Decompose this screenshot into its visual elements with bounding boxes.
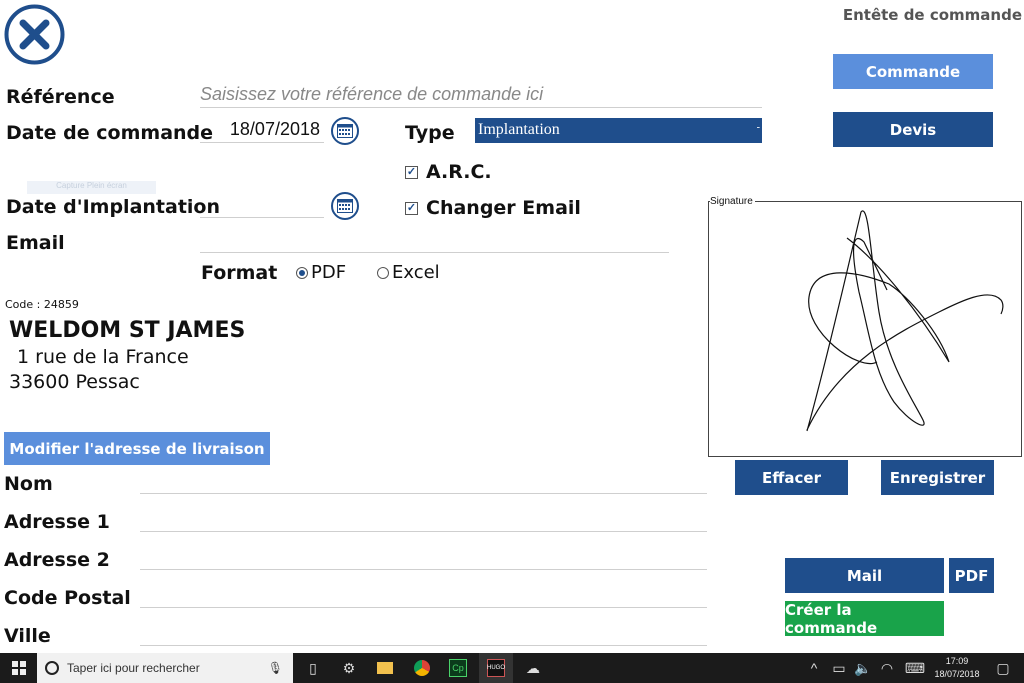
microphone-icon: 🎙 [267,661,283,675]
create-order-button[interactable]: Créer la commande [785,601,944,637]
type-label: Type [405,122,455,144]
windows-start-icon[interactable] [2,653,36,683]
customer-address-line2: 33600 Pessac [9,371,140,393]
change-email-label: Changer Email [426,197,581,219]
email-label: Email [6,232,65,254]
order-date-value: 18/07/2018 [229,119,320,139]
chevron-up-icon[interactable]: ^ [800,653,828,683]
type-select-value: Implantation [478,121,560,138]
reference-label: Référence [6,86,115,108]
customer-address-line1: 1 rue de la France [17,346,189,368]
app-icon[interactable]: ☁ [516,653,550,683]
delivery-address1-label: Adresse 1 [4,511,110,533]
customer-code: Code : 24859 [5,298,79,311]
format-excel-label: Excel [392,262,440,283]
faint-tooltip: Capture Plein écran [27,181,156,194]
chevron-down-icon: - [756,122,760,133]
delivery-address2-label: Adresse 2 [4,549,110,571]
settings-gear-icon[interactable]: ⚙ [332,653,366,683]
reference-input[interactable]: Saisissez votre référence de commande ic… [200,84,762,108]
order-date-label: Date de commande [6,122,214,144]
keyboard-icon[interactable]: ⌨ [900,653,930,683]
delivery-postal-code-input[interactable] [140,584,707,608]
enregistrer-button[interactable]: Enregistrer [881,460,994,495]
calendar-icon[interactable] [331,192,359,220]
change-email-checkbox[interactable]: ✓ Changer Email [405,197,581,219]
captivate-icon[interactable]: Cp [441,653,475,683]
battery-icon[interactable]: ▭ [826,653,852,683]
taskbar-search-box[interactable]: Taper ici pour rechercher 🎙 [37,653,293,683]
format-radio-excel[interactable]: Excel [377,262,440,283]
implantation-date-input[interactable] [200,194,324,218]
delivery-address1-input[interactable] [140,508,707,532]
taskbar: Taper ici pour rechercher 🎙 ▯ ⚙ Cp HUGO … [0,653,1024,683]
mail-button[interactable]: Mail [785,558,944,593]
header-title: Entête de commande [842,6,1022,24]
taskbar-date: 18/07/2018 [934,669,980,679]
format-pdf-label: PDF [311,262,347,283]
effacer-button[interactable]: Effacer [735,460,848,495]
taskbar-clock[interactable]: 17:09 18/07/2018 [928,655,986,681]
email-input[interactable] [200,229,669,253]
wifi-icon[interactable]: ◠ [874,653,900,683]
check-icon: ✓ [405,201,418,215]
taskbar-search-placeholder: Taper ici pour rechercher [67,661,200,675]
signature-pad[interactable]: Signature [708,196,1022,457]
pdf-button[interactable]: PDF [949,558,994,593]
radio-icon [296,266,308,279]
radio-icon [377,266,389,279]
task-view-icon[interactable]: ▯ [296,653,330,683]
commande-button[interactable]: Commande [833,54,993,89]
calendar-icon[interactable] [331,117,359,145]
format-radio-pdf[interactable]: PDF [296,262,346,283]
delivery-city-input[interactable] [140,622,707,646]
arc-label: A.R.C. [426,161,492,183]
devis-button[interactable]: Devis [833,112,993,147]
close-icon [4,4,65,65]
customer-name: WELDOM ST JAMES [9,318,246,343]
delivery-name-input[interactable] [140,470,707,494]
signature-drawing [806,210,1004,432]
delivery-city-label: Ville [4,625,51,647]
order-date-input[interactable]: 18/07/2018 [200,119,324,143]
close-button[interactable] [4,4,65,65]
type-select[interactable]: Implantation - [475,118,762,143]
delivery-address2-input[interactable] [140,546,707,570]
arc-checkbox[interactable]: ✓ A.R.C. [405,161,492,183]
file-explorer-icon[interactable] [368,653,402,683]
search-circle-icon [45,661,59,675]
check-icon: ✓ [405,165,418,179]
modify-delivery-address-button[interactable]: Modifier l'adresse de livraison [4,432,270,465]
taskbar-time: 17:09 [945,656,969,666]
hugo-app-icon[interactable]: HUGO [479,653,513,683]
delivery-postal-code-label: Code Postal [4,587,131,609]
reference-placeholder: Saisissez votre référence de commande ic… [200,84,544,104]
implantation-date-label: Date d'Implantation [6,196,221,218]
delivery-name-label: Nom [4,473,53,495]
notification-icon[interactable]: ▢ [986,653,1020,683]
volume-icon[interactable]: 🔈 [850,653,876,683]
format-label: Format [201,262,278,284]
chrome-icon[interactable] [405,653,439,683]
